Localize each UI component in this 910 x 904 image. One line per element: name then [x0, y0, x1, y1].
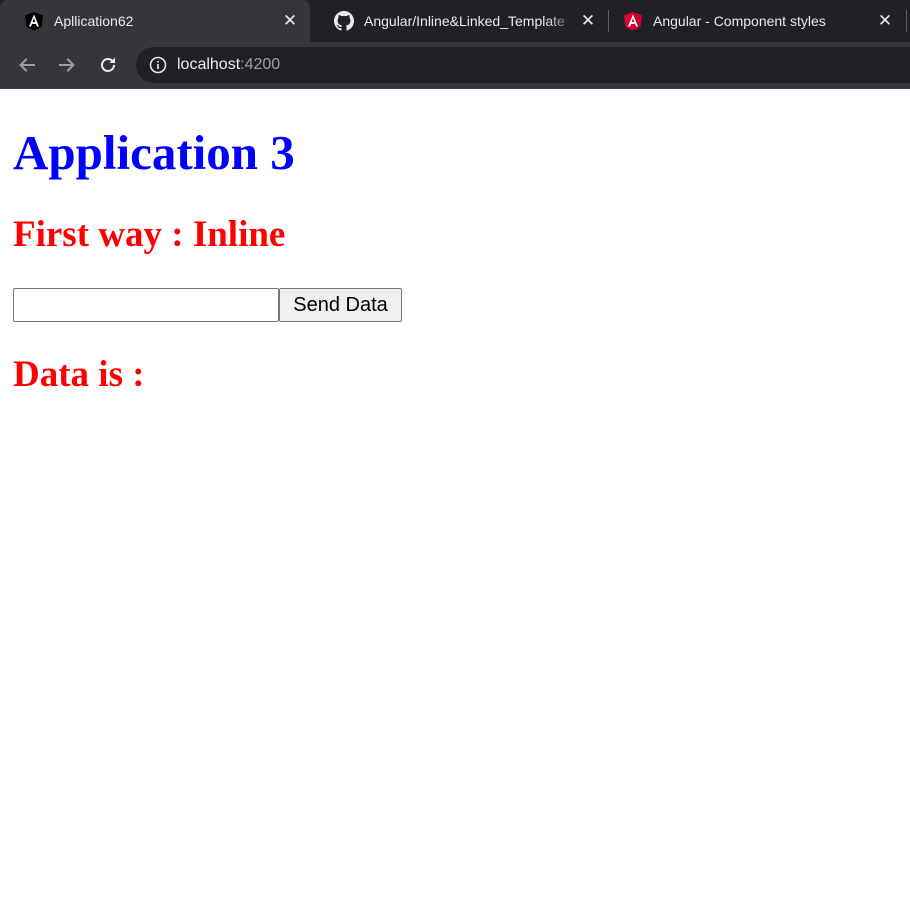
tab-title: Apllication62: [54, 13, 134, 29]
tab-angular-component-styles[interactable]: Angular - Component styles ✕: [609, 0, 905, 42]
tab-title: Angular - Component styles: [653, 13, 826, 29]
url-host: localhost: [177, 56, 241, 73]
tab-separator: [906, 10, 907, 32]
url-port: :4200: [240, 56, 281, 73]
close-tab-icon[interactable]: ✕: [875, 11, 895, 31]
close-tab-icon[interactable]: ✕: [578, 11, 598, 31]
info-icon[interactable]: [149, 56, 167, 74]
back-button[interactable]: [14, 52, 40, 78]
close-tab-icon[interactable]: ✕: [280, 11, 300, 31]
section-heading: First way : Inline: [13, 214, 286, 255]
tab-apllication62[interactable]: Apllication62 ✕: [0, 0, 310, 42]
arrow-left-icon: [19, 58, 35, 72]
angular-cli-icon: [24, 11, 44, 31]
page-content: Application 3 First way : Inline Send Da…: [0, 89, 910, 904]
address-bar[interactable]: localhost:4200: [136, 47, 910, 83]
browser-toolbar: localhost:4200: [0, 42, 910, 89]
github-icon: [334, 11, 354, 31]
tab-github-template[interactable]: Angular/Inline&Linked_Template ✕: [310, 0, 608, 42]
data-output-label: Data is :: [13, 354, 145, 395]
reload-button[interactable]: [95, 52, 121, 78]
forward-button[interactable]: [54, 52, 80, 78]
tab-title: Angular/Inline&Linked_Template: [364, 13, 565, 29]
reload-icon: [101, 57, 115, 72]
data-input[interactable]: [13, 288, 279, 322]
browser-tab-strip: Apllication62 ✕ Angular/Inline&Linked_Te…: [0, 0, 910, 42]
send-data-button[interactable]: Send Data: [279, 288, 402, 322]
angular-icon: [623, 11, 643, 31]
page-title: Application 3: [13, 125, 295, 180]
arrow-right-icon: [59, 58, 75, 72]
